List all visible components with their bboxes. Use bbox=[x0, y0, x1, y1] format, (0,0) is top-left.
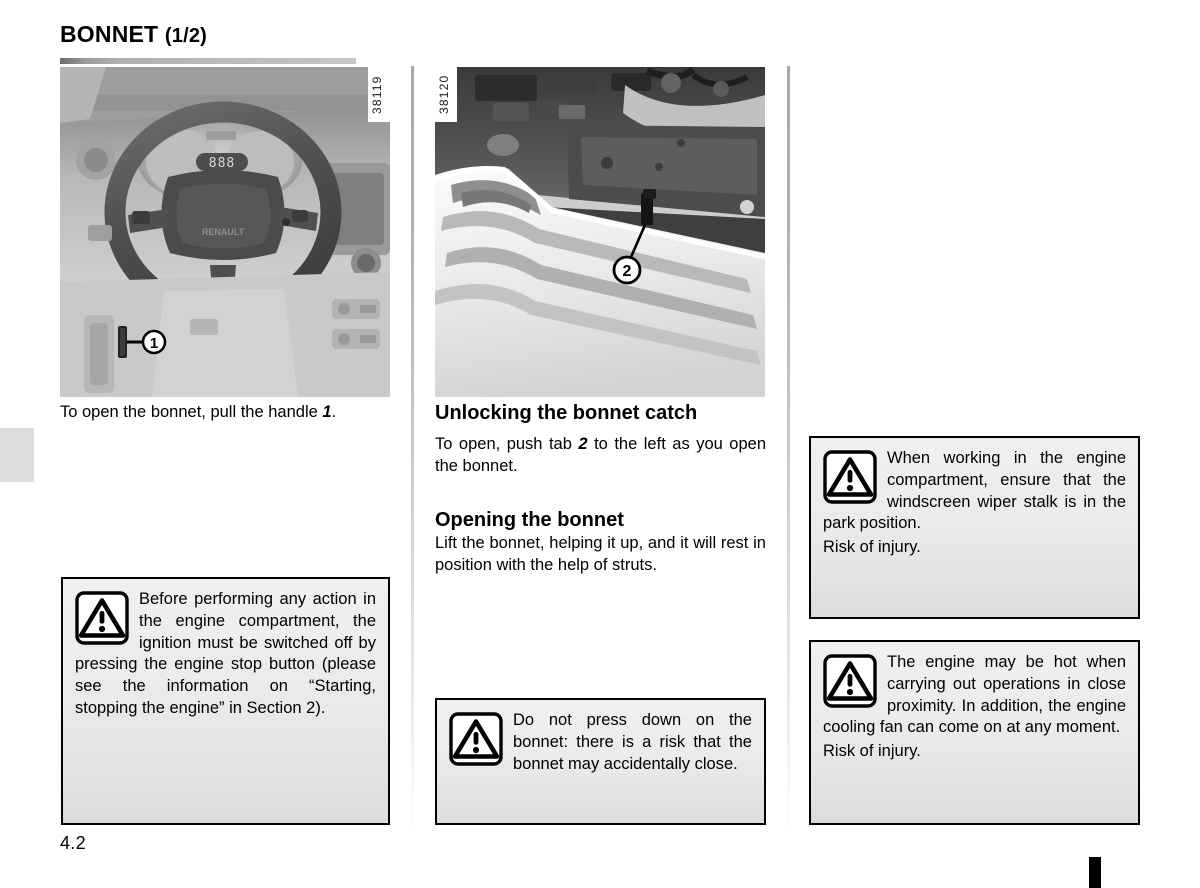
figure-id-left: 38119 bbox=[368, 67, 390, 122]
svg-text:888: 888 bbox=[209, 156, 235, 171]
warning-box-do-not-press-bonnet: Do not press down on the bonnet: there i… bbox=[435, 698, 766, 825]
page-title: BONNET (1/2) bbox=[60, 21, 207, 48]
page-number: 4.2 bbox=[60, 833, 86, 853]
figure-bonnet-catch: 2 38120 bbox=[435, 67, 765, 397]
paragraph-opening-the-bonnet: Lift the bonnet, helping it up, and it w… bbox=[435, 534, 766, 574]
warning-triangle-icon bbox=[823, 654, 877, 708]
page-title-main: BONNET bbox=[60, 21, 159, 47]
title-rule-divider bbox=[60, 58, 356, 64]
svg-text:1: 1 bbox=[150, 335, 158, 352]
left-caption: To open the bonnet, pull the handle 1. bbox=[60, 401, 390, 423]
column-divider-right bbox=[787, 66, 790, 836]
page-corner-marker bbox=[1089, 857, 1101, 888]
left-caption-before: To open the bonnet, pull the handle bbox=[60, 403, 323, 421]
warning-triangle-icon bbox=[75, 591, 129, 645]
svg-text:2: 2 bbox=[623, 263, 632, 280]
manual-page: BONNET (1/2) 888 RENAULT 1 38119 To open… bbox=[0, 0, 1200, 888]
column-divider-left bbox=[411, 66, 414, 836]
bonnet-release-handle bbox=[118, 326, 127, 358]
para-unlock-before: To open, push tab bbox=[435, 435, 579, 453]
figure-id-right: 38120 bbox=[435, 67, 457, 122]
heading-unlocking-bonnet-catch: Unlocking the bonnet catch bbox=[435, 402, 698, 424]
warning-triangle-icon bbox=[823, 450, 877, 504]
left-caption-item: 1 bbox=[322, 403, 332, 421]
warning-risk-of-injury-1: Risk of injury. bbox=[823, 538, 921, 557]
warning-risk-of-injury-2: Risk of injury. bbox=[823, 742, 921, 761]
figure-car-interior: 888 RENAULT 1 38119 bbox=[60, 67, 390, 397]
section-edge-tab bbox=[0, 428, 34, 482]
warning-box-wiper-stalk: When working in the engine compartment, … bbox=[809, 436, 1140, 619]
para-unlock-item: 2 bbox=[578, 435, 588, 453]
page-title-suffix: (1/2) bbox=[164, 25, 208, 47]
left-caption-after: . bbox=[331, 403, 337, 421]
warning-box-hot-engine: The engine may be hot when carrying out … bbox=[809, 640, 1140, 825]
svg-text:RENAULT: RENAULT bbox=[202, 227, 245, 237]
warning-triangle-icon bbox=[449, 712, 503, 766]
heading-opening-the-bonnet: Opening the bonnet bbox=[435, 509, 624, 531]
paragraph-unlocking-bonnet-catch: To open, push tab 2 to the left as you o… bbox=[435, 434, 766, 478]
warning-box-engine-compartment: Before performing any action in the engi… bbox=[61, 577, 390, 825]
